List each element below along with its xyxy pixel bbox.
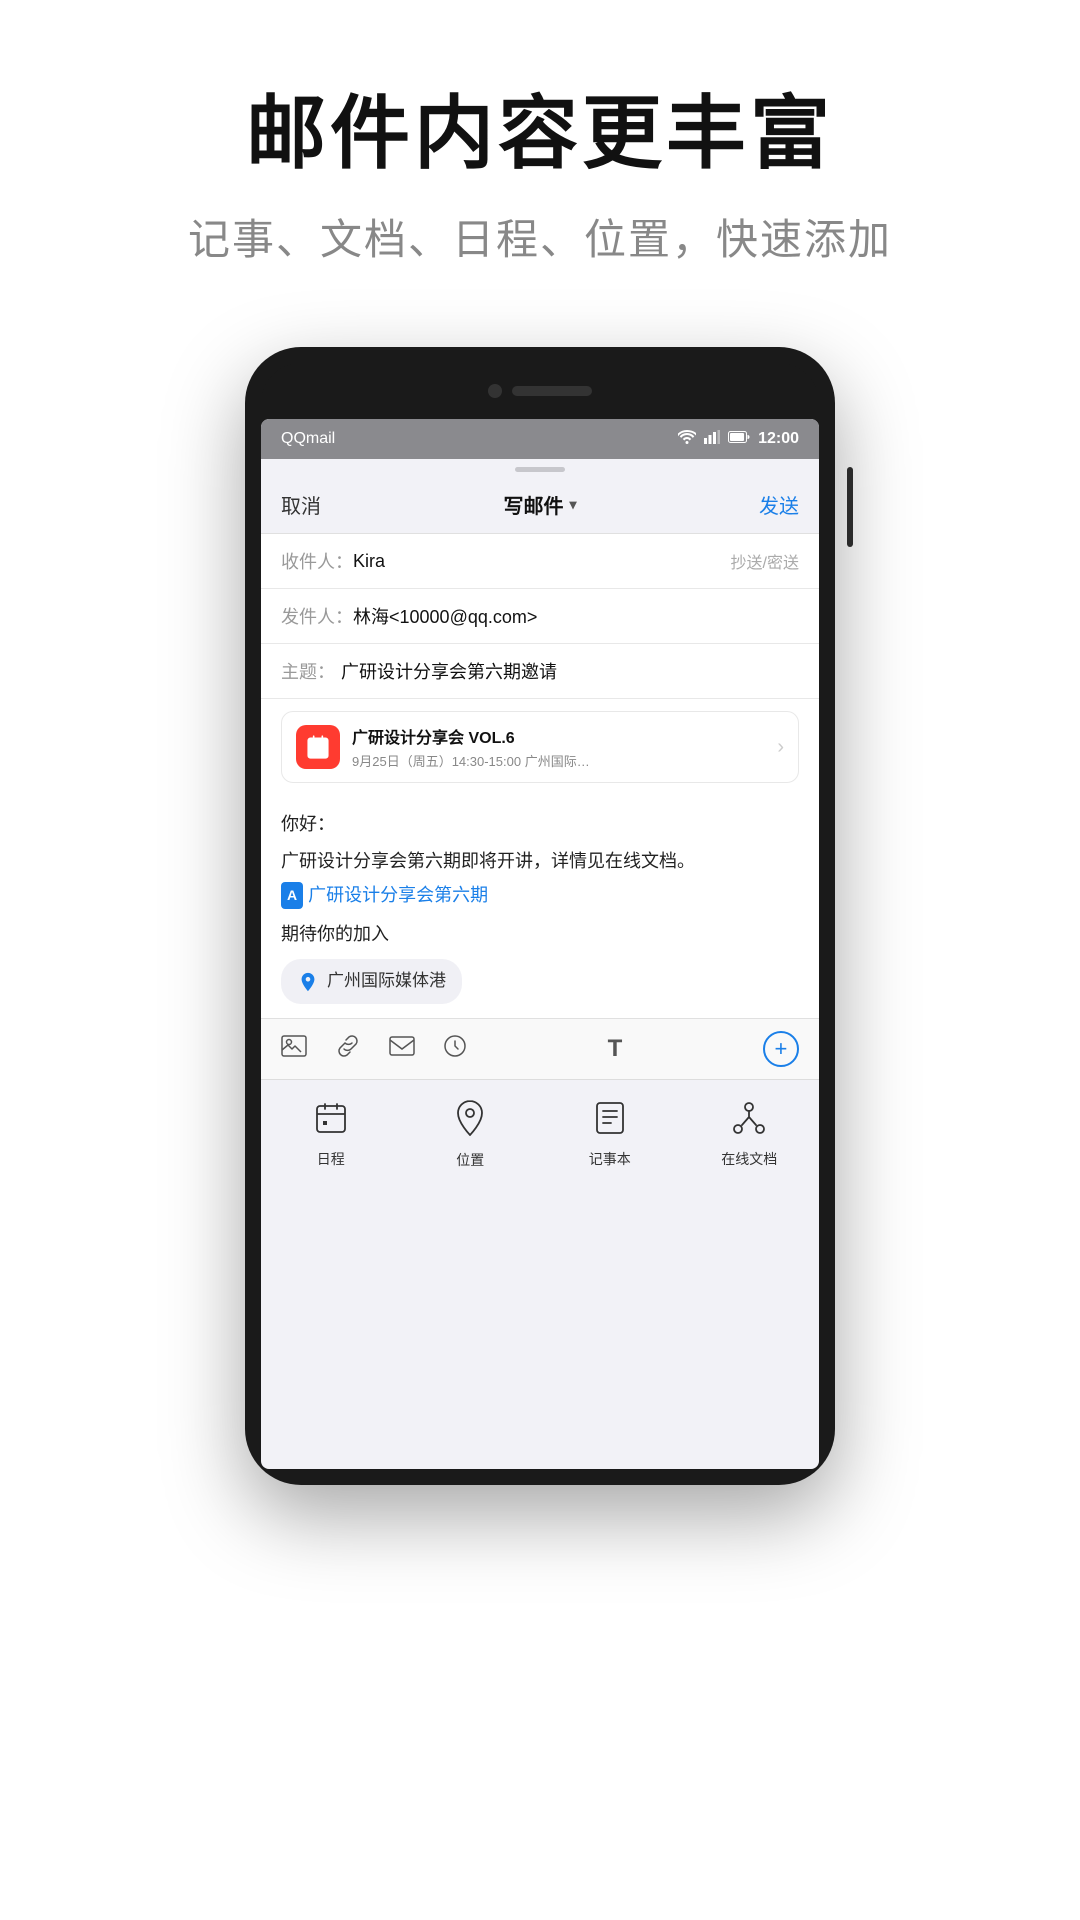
attachment-chevron-icon[interactable]: › <box>777 736 784 759</box>
online-doc-label: 在线文档 <box>721 1149 777 1169</box>
attachment-title: 广研设计分享会 VOL.6 <box>352 724 777 748</box>
location-text: 广州国际媒体港 <box>327 967 446 996</box>
cancel-button[interactable]: 取消 <box>281 490 321 519</box>
subject-field-row[interactable]: 主题： 广研设计分享会第六期邀请 <box>261 644 819 699</box>
tab-note[interactable]: 记事本 <box>540 1080 680 1189</box>
greeting: 你好： <box>281 809 799 840</box>
cc-label[interactable]: 抄送/密送 <box>731 549 799 573</box>
location-chip[interactable]: 广州国际媒体港 <box>281 959 462 1004</box>
schedule-icon <box>314 1101 348 1143</box>
doc-link[interactable]: 广研设计分享会第六期 <box>308 880 488 911</box>
subject-value[interactable]: 广研设计分享会第六期邀请 <box>341 658 799 684</box>
body-text-content: 广研设计分享会第六期即将开讲，详情见在线文档。 <box>281 846 695 877</box>
page-subtitle: 记事、文档、日程、位置，快速添加 <box>0 206 1080 267</box>
bottom-tab-bar: 日程 位置 <box>261 1079 819 1189</box>
wifi-icon <box>678 430 696 449</box>
battery-icon <box>728 430 750 448</box>
branch-icon <box>732 1101 766 1143</box>
plus-button[interactable]: + <box>763 1031 799 1067</box>
to-field-row[interactable]: 收件人： Kira 抄送/密送 <box>261 534 819 589</box>
from-field-row[interactable]: 发件人： 林海<10000@qq.com> <box>261 589 819 644</box>
send-button[interactable]: 发送 <box>759 490 799 519</box>
body-closing: 期待你的加入 <box>281 919 799 950</box>
compose-title-text: 写邮件 <box>503 490 563 519</box>
page-title: 邮件内容更丰富 <box>0 90 1080 178</box>
doc-badge-letter: A <box>287 884 297 908</box>
clock-icon[interactable] <box>443 1034 467 1065</box>
body-text: 广研设计分享会第六期即将开讲，详情见在线文档。 A 广研设计分享会第六期 <box>281 846 799 911</box>
phone-notch <box>261 363 819 419</box>
location-pin-icon <box>297 971 319 993</box>
title-dropdown-arrow[interactable]: ▾ <box>569 496 576 513</box>
image-icon[interactable] <box>281 1035 307 1064</box>
side-button <box>847 467 853 547</box>
status-bar: QQmail <box>261 419 819 459</box>
subject-label: 主题： <box>281 658 341 684</box>
location-label: 位置 <box>456 1150 484 1170</box>
phone-mockup: QQmail <box>0 347 1080 1485</box>
handle <box>515 467 565 472</box>
from-label: 发件人： <box>281 603 353 629</box>
status-time: 12:00 <box>758 430 799 448</box>
phone-screen: QQmail <box>261 419 819 1469</box>
nav-bar[interactable]: 取消 写邮件 ▾ 发送 <box>261 476 819 534</box>
email-body: 你好： 广研设计分享会第六期即将开讲，详情见在线文档。 A 广研设计分享会第六期… <box>261 795 819 1018</box>
attach-icon[interactable] <box>335 1035 361 1064</box>
handle-bar <box>261 459 819 476</box>
attachment-info: 广研设计分享会 VOL.6 9月25日（周五）14:30-15:00 广州国际… <box>352 724 777 770</box>
tab-schedule[interactable]: 日程 <box>261 1080 401 1189</box>
toolbar: T + <box>261 1018 819 1079</box>
note-icon <box>594 1101 626 1143</box>
calendar-attachment-card[interactable]: 广研设计分享会 VOL.6 9月25日（周五）14:30-15:00 广州国际…… <box>281 711 799 783</box>
mail-icon[interactable] <box>389 1035 415 1063</box>
app-name: QQmail <box>281 430 335 448</box>
tab-online-doc[interactable]: 在线文档 <box>680 1080 820 1189</box>
camera-dot <box>488 384 502 398</box>
page-header: 邮件内容更丰富 记事、文档、日程、位置，快速添加 <box>0 0 1080 307</box>
phone-speaker <box>512 386 592 396</box>
location-tab-icon <box>455 1100 485 1144</box>
signal-icon <box>704 430 720 449</box>
to-label: 收件人： <box>281 548 353 574</box>
doc-inline: A 广研设计分享会第六期 <box>281 880 488 911</box>
doc-badge: A <box>281 882 303 910</box>
tab-location[interactable]: 位置 <box>401 1080 541 1189</box>
attachment-detail: 9月25日（周五）14:30-15:00 广州国际… <box>352 751 777 770</box>
schedule-label: 日程 <box>317 1149 345 1169</box>
calendar-icon <box>296 725 340 769</box>
from-value[interactable]: 林海<10000@qq.com> <box>353 603 799 629</box>
compose-title: 写邮件 ▾ <box>503 490 576 519</box>
compose-area: 收件人： Kira 抄送/密送 发件人： 林海<10000@qq.com> 主题… <box>261 534 819 1018</box>
note-label: 记事本 <box>589 1149 631 1169</box>
to-value[interactable]: Kira <box>353 551 731 572</box>
status-bar-right: 12:00 <box>678 430 799 449</box>
toolbar-icons <box>281 1034 467 1065</box>
phone-outer: QQmail <box>245 347 835 1485</box>
text-format-icon[interactable]: T <box>608 1035 623 1063</box>
